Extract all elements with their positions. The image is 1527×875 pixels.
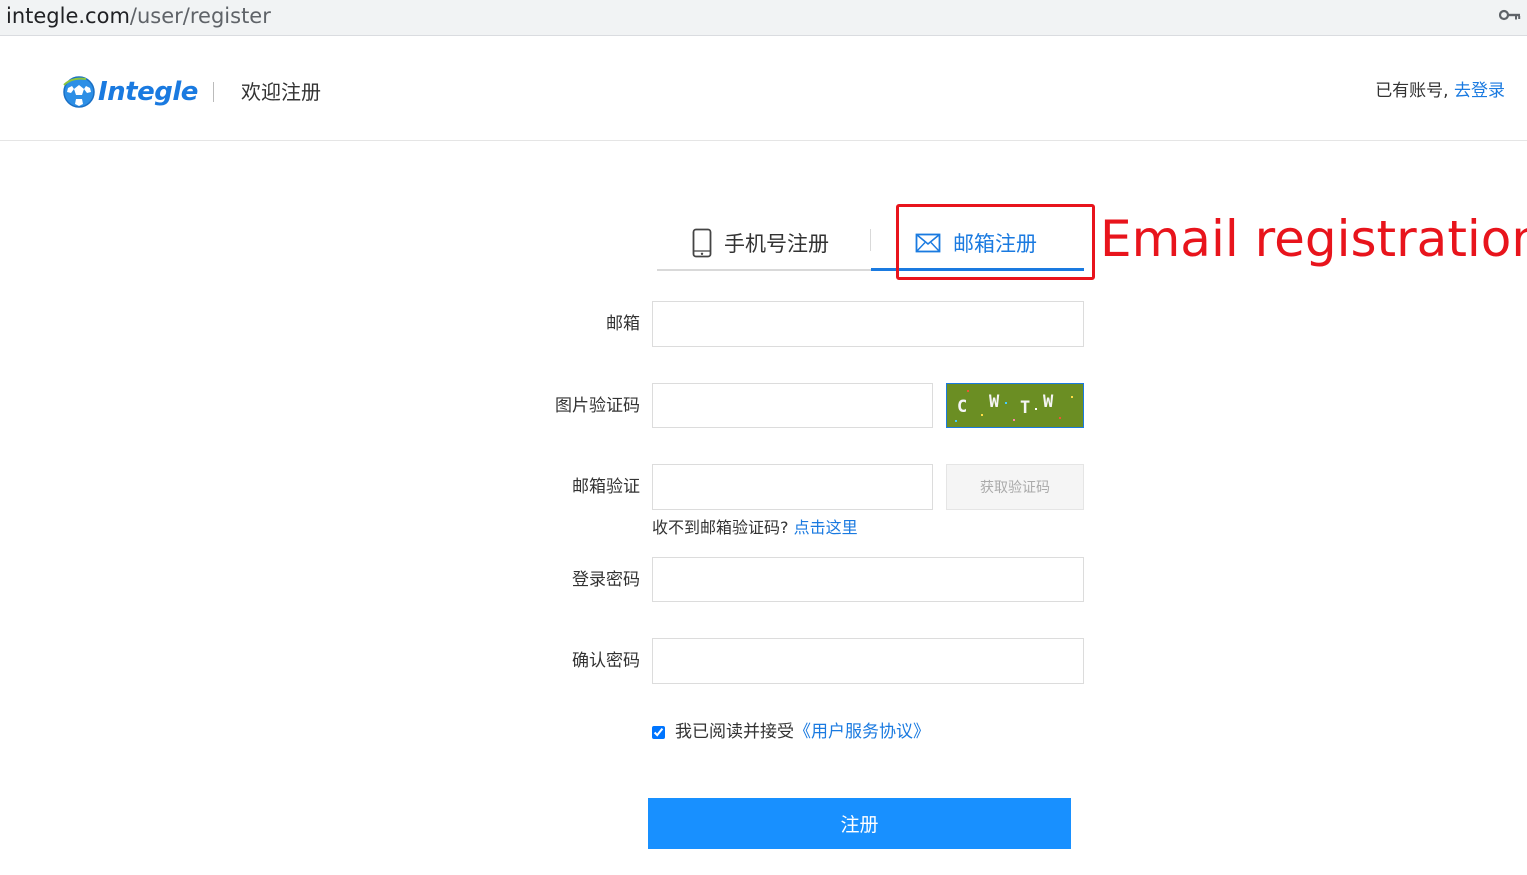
captcha-noise — [1005, 402, 1007, 404]
register-submit-button[interactable]: 注册 — [648, 798, 1071, 849]
captcha-noise — [981, 414, 983, 416]
captcha-char: W — [1043, 392, 1054, 412]
email-input[interactable] — [652, 301, 1084, 347]
captcha-char: W — [989, 392, 1000, 412]
captcha-label: 图片验证码 — [555, 396, 640, 416]
header-divider — [213, 82, 214, 102]
captcha-noise — [1071, 396, 1073, 398]
login-prompt: 已有账号, 去登录 — [1375, 79, 1505, 103]
captcha-image[interactable]: C W T W — [946, 383, 1084, 428]
annotation-highlight-box — [896, 204, 1095, 280]
url-path: /user/register — [129, 4, 271, 28]
agree-text: 我已阅读并接受 — [675, 722, 794, 742]
browser-url-bar[interactable]: integle.com/user/register — [0, 0, 1527, 36]
logo-text: Integle — [98, 77, 198, 107]
password-label: 登录密码 — [572, 570, 640, 590]
tab-phone-label: 手机号注册 — [724, 232, 829, 256]
captcha-noise — [1059, 417, 1061, 419]
email-label: 邮箱 — [606, 314, 640, 334]
site-header: Integle 欢迎注册 已有账号, 去登录 — [0, 42, 1527, 141]
have-account-text: 已有账号, — [1375, 81, 1454, 101]
password-input[interactable] — [652, 557, 1084, 602]
captcha-noise — [1035, 408, 1037, 410]
captcha-noise — [967, 390, 969, 392]
annotation-label: Email registration — [1100, 210, 1527, 268]
email-verify-label: 邮箱验证 — [572, 477, 640, 497]
agree-checkbox[interactable] — [652, 725, 665, 739]
user-agreement-link[interactable]: 《用户服务协议》 — [794, 720, 930, 744]
confirm-password-input[interactable] — [652, 638, 1084, 684]
url-text[interactable]: integle.com/user/register — [6, 2, 271, 30]
confirm-password-label: 确认密码 — [572, 651, 640, 671]
integle-logo[interactable]: Integle — [62, 68, 198, 116]
captcha-char: T — [1020, 398, 1031, 418]
logo-ball-icon — [63, 76, 95, 108]
phone-icon — [692, 228, 712, 258]
captcha-noise — [1013, 419, 1015, 421]
agreement-row: 我已阅读并接受 《用户服务协议》 — [652, 720, 930, 744]
login-link[interactable]: 去登录 — [1454, 81, 1505, 101]
hint-click-here-link[interactable]: 点击这里 — [794, 518, 858, 537]
tab-divider — [870, 229, 871, 251]
url-host: integle.com — [6, 4, 130, 28]
captcha-char: C — [957, 397, 968, 417]
page-title: 欢迎注册 — [241, 80, 321, 104]
email-code-input[interactable] — [652, 464, 933, 510]
hint-text: 收不到邮箱验证码? — [652, 518, 789, 537]
code-hint: 收不到邮箱验证码? 点击这里 — [652, 516, 858, 540]
tab-phone-register[interactable]: 手机号注册 — [692, 225, 829, 261]
captcha-input[interactable] — [652, 383, 933, 428]
get-code-button[interactable]: 获取验证码 — [946, 464, 1084, 510]
captcha-noise — [955, 420, 957, 422]
key-icon[interactable] — [1499, 8, 1521, 22]
